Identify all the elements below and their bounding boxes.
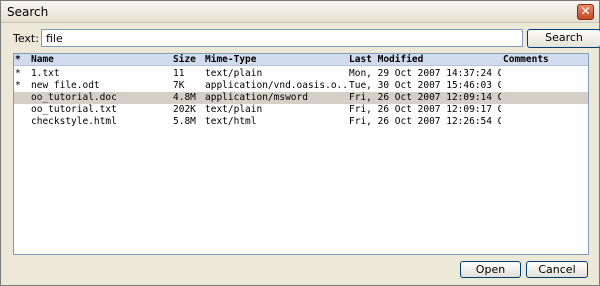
row-star xyxy=(15,116,29,128)
row-name: oo_tutorial.txt xyxy=(31,104,117,115)
row-name: oo_tutorial.doc xyxy=(31,92,117,103)
table-row-selected[interactable]: oo_tutorial.doc 4.8M application/msword … xyxy=(14,92,588,104)
row-star xyxy=(15,104,29,116)
header-name[interactable]: Name xyxy=(31,54,171,66)
row-size: 11 xyxy=(173,68,185,79)
row-last-modified: Fri, 26 Oct 2007 12:26:54 GMT xyxy=(349,116,501,127)
row-star: * xyxy=(15,80,21,91)
table-row[interactable]: * new file.odt 7K application/vnd.oasis.… xyxy=(14,80,588,92)
row-comments xyxy=(503,116,583,128)
row-size: 5.8M xyxy=(173,116,196,127)
table-row[interactable]: * 1.txt 11 text/plain Mon, 29 Oct 2007 1… xyxy=(14,68,588,80)
header-star[interactable]: * xyxy=(15,54,29,66)
row-last-modified: Fri, 26 Oct 2007 12:09:14 GMT xyxy=(349,92,501,103)
row-name: checkstyle.html xyxy=(31,116,117,127)
row-name: new file.odt xyxy=(31,80,100,91)
row-mime-type: application/msword xyxy=(205,92,308,103)
header-mime-type[interactable]: Mime-Type xyxy=(205,54,347,66)
row-comments xyxy=(503,80,583,92)
search-label: Text: xyxy=(13,32,39,45)
row-comments xyxy=(503,68,583,80)
row-star: * xyxy=(15,68,21,79)
header-comments[interactable]: Comments xyxy=(503,54,583,66)
close-icon[interactable]: ✕ xyxy=(577,4,594,20)
title-bar: Search ✕ xyxy=(1,1,599,23)
row-size: 202K xyxy=(173,104,196,115)
header-size[interactable]: Size xyxy=(173,54,203,66)
search-input[interactable] xyxy=(41,29,523,47)
row-mime-type: text/plain xyxy=(205,68,263,79)
search-dialog: Search ✕ Text: Search * Name Size Mime-T… xyxy=(0,0,600,286)
header-last-modified[interactable]: Last Modified xyxy=(349,54,501,66)
row-star xyxy=(15,92,29,104)
window-title: Search xyxy=(7,5,49,19)
results-table[interactable]: * Name Size Mime-Type Last Modified Comm… xyxy=(13,53,589,255)
row-mime-type: text/html xyxy=(205,116,257,127)
row-last-modified: Mon, 29 Oct 2007 14:37:24 GMT xyxy=(349,68,501,79)
row-size: 4.8M xyxy=(173,92,196,103)
row-comments xyxy=(503,92,583,104)
row-comments xyxy=(503,104,583,116)
cancel-button[interactable]: Cancel xyxy=(526,261,588,278)
search-button[interactable]: Search xyxy=(527,29,600,48)
table-header: * Name Size Mime-Type Last Modified Comm… xyxy=(14,54,588,66)
row-mime-type: text/plain xyxy=(205,104,263,115)
row-size: 7K xyxy=(173,80,185,91)
row-last-modified: Tue, 30 Oct 2007 15:46:03 GMT xyxy=(349,80,501,91)
row-last-modified: Fri, 26 Oct 2007 12:09:17 GMT xyxy=(349,104,501,115)
search-row: Text: Search xyxy=(13,29,600,49)
row-mime-type: application/vnd.oasis.o... xyxy=(205,80,347,91)
table-row[interactable]: checkstyle.html 5.8M text/html Fri, 26 O… xyxy=(14,116,588,128)
table-row[interactable]: oo_tutorial.txt 202K text/plain Fri, 26 … xyxy=(14,104,588,116)
row-name: 1.txt xyxy=(31,68,60,79)
open-button[interactable]: Open xyxy=(460,261,521,278)
